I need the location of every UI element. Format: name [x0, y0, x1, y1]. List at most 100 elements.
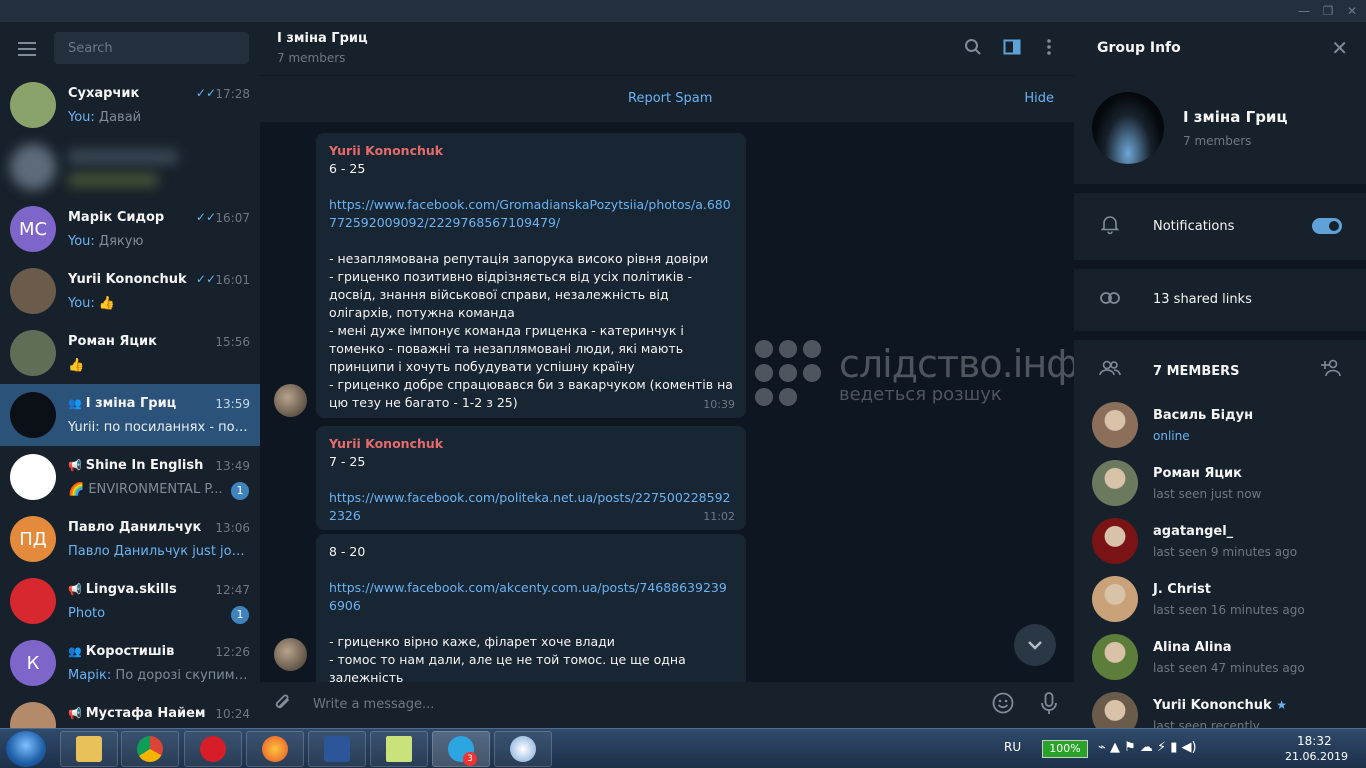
chat-time: 16:01 — [215, 273, 250, 287]
chat-preview-text: Дякую — [98, 234, 144, 249]
message-input[interactable]: Write a message... — [313, 697, 434, 712]
battery-indicator[interactable]: 100% — [1042, 740, 1088, 758]
chat-preview: You: 👍 — [68, 296, 248, 311]
divider — [1074, 184, 1366, 193]
chat-preview-text: Yurii: по посиланнях - по 23... — [68, 420, 248, 435]
message-bubble[interactable]: Yurii Kononchuk 7 - 25 https://www.faceb… — [316, 426, 746, 530]
chat-item[interactable]: Сухарчик ✓✓ 17:28 You: Давай — [0, 74, 260, 136]
member-item[interactable]: Alina Alina last seen 47 minutes ago — [1074, 634, 1366, 692]
restore-button[interactable]: ❐ — [1320, 3, 1336, 19]
word-button[interactable] — [308, 731, 366, 767]
tray-icons[interactable]: ⌁ ▲ ⚑ ☁ ⚡ ▮ ◀) — [1098, 740, 1197, 755]
firefox-button[interactable] — [246, 731, 304, 767]
attach-icon[interactable] — [270, 692, 296, 718]
sender-avatar[interactable] — [274, 638, 307, 671]
close-window-button[interactable]: ✕ — [1344, 3, 1360, 19]
notifications-label: Notifications — [1153, 219, 1235, 234]
chat-item[interactable]: 📢 Мустафа Найем 10:24 — [0, 694, 260, 728]
chrome-button[interactable] — [121, 731, 179, 767]
more-icon[interactable] — [1038, 38, 1060, 60]
sidebar-toggle-icon[interactable] — [1001, 38, 1023, 60]
notifications-toggle[interactable] — [1312, 218, 1342, 234]
member-avatar[interactable] — [1092, 692, 1138, 728]
chat-item[interactable]: 👥 I зміна Гриц 13:59 Yurii: по посиланнях -… — [0, 384, 260, 446]
member-avatar[interactable] — [1092, 518, 1138, 564]
panel-title: Group Info — [1097, 40, 1181, 56]
scroll-down-button[interactable] — [1014, 624, 1056, 666]
file-explorer-button[interactable] — [60, 731, 118, 767]
paint-button[interactable] — [494, 731, 552, 767]
chat-avatar[interactable]: ПД — [10, 516, 56, 562]
blurred-chat-content — [68, 150, 178, 164]
chat-avatar[interactable] — [10, 268, 56, 314]
group-icon: 👥 — [68, 645, 82, 658]
chat-item[interactable]: ПД Павло Данильчук 13:06 Павло Данильчук ju… — [0, 508, 260, 570]
chat-item[interactable]: Yurii Kononchuk ✓✓ 16:01 You: 👍 — [0, 260, 260, 322]
sticky-notes-icon — [386, 736, 412, 762]
chat-avatar[interactable] — [10, 702, 56, 728]
microphone-icon[interactable] — [1036, 692, 1062, 718]
chat-item[interactable]: 📢 Shine In English 13:49 🌈 ENVIRONMENTAL P.… — [0, 446, 260, 508]
member-name: Василь Бідун — [1153, 408, 1254, 423]
member-status: last seen 47 minutes ago — [1153, 661, 1305, 675]
chat-item[interactable]: 📢 Lingva.skills 12:47 Photo 1 — [0, 570, 260, 632]
chat-preview-text: Павло Данильчук just joine... — [68, 544, 248, 559]
chat-time: 13:06 — [215, 521, 250, 535]
member-item[interactable]: agatangel_ last seen 9 minutes ago — [1074, 518, 1366, 576]
chat-time: 12:26 — [215, 645, 250, 659]
chat-time: 13:49 — [215, 459, 250, 473]
chat-title[interactable]: I зміна Гриц — [277, 31, 368, 46]
chat-item[interactable] — [0, 136, 260, 198]
chat-avatar[interactable]: МС — [10, 206, 56, 252]
chat-avatar[interactable] — [10, 578, 56, 624]
member-avatar[interactable] — [1092, 402, 1138, 448]
clock-date[interactable]: 21.06.2019 — [1285, 750, 1348, 763]
language-indicator[interactable]: RU — [1004, 740, 1021, 754]
sticky-notes-button[interactable] — [370, 731, 428, 767]
message-link[interactable]: https://www.facebook.com/akcenty.com.ua/… — [329, 580, 727, 613]
message-bubble[interactable]: 8 - 20 https://www.facebook.com/akcenty.… — [316, 534, 746, 703]
search-icon[interactable] — [962, 38, 984, 60]
chat-item[interactable]: МС Марік Сидор ✓✓ 16:07 You: Дякую — [0, 198, 260, 260]
chat-item[interactable]: К 👥 Коростишів 12:26 Марік: По дорозі скупим… — [0, 632, 260, 694]
chat-avatar[interactable] — [10, 454, 56, 500]
hide-spam-bar-button[interactable]: Hide — [1024, 91, 1054, 106]
chat-header[interactable]: I зміна Гриц 7 members — [260, 22, 1074, 76]
start-button[interactable] — [6, 731, 46, 767]
chat-avatar[interactable] — [10, 144, 56, 190]
shared-links-item[interactable]: 13 shared links — [1153, 292, 1252, 307]
chat-avatar[interactable] — [10, 392, 56, 438]
report-spam-button[interactable]: Report Spam — [628, 91, 712, 106]
member-item[interactable]: Василь Бідун online — [1074, 402, 1366, 460]
member-avatar[interactable] — [1092, 634, 1138, 680]
menu-icon[interactable] — [18, 42, 36, 56]
member-item[interactable]: Роман Яцик last seen just now — [1074, 460, 1366, 518]
close-icon[interactable]: ✕ — [1331, 36, 1348, 60]
chat-avatar[interactable] — [10, 82, 56, 128]
member-avatar[interactable] — [1092, 460, 1138, 506]
chat-avatar[interactable]: К — [10, 640, 56, 686]
chat-item[interactable]: Роман Яцик 15:56 👍 — [0, 322, 260, 384]
chat-avatar[interactable] — [10, 330, 56, 376]
chat-preview-prefix: Марік: — [68, 668, 116, 683]
search-input[interactable]: Search — [54, 32, 249, 64]
opera-button[interactable] — [184, 731, 242, 767]
clock-time[interactable]: 18:32 — [1297, 734, 1332, 748]
message-bubble[interactable]: Yurii Kononchuk 6 - 25 https://www.faceb… — [316, 133, 746, 418]
message-link[interactable]: https://www.facebook.com/politeka.net.ua… — [329, 490, 730, 523]
member-item[interactable]: J. Christ last seen 16 minutes ago — [1074, 576, 1366, 634]
message-time: 11:02 — [703, 510, 735, 523]
minimize-button[interactable]: — — [1296, 3, 1312, 19]
message-author[interactable]: Yurii Kononchuk — [329, 435, 733, 453]
sender-avatar[interactable] — [274, 384, 307, 417]
telegram-button[interactable]: 3 — [432, 731, 490, 767]
group-avatar[interactable] — [1092, 92, 1164, 164]
member-avatar[interactable] — [1092, 576, 1138, 622]
member-status: last seen 16 minutes ago — [1153, 603, 1305, 617]
message-link[interactable]: https://www.facebook.com/GromadianskaPoz… — [329, 197, 731, 230]
add-member-icon[interactable] — [1320, 359, 1344, 383]
member-status: online — [1153, 429, 1190, 443]
message-author[interactable]: Yurii Kononchuk — [329, 142, 733, 160]
emoji-icon[interactable] — [990, 692, 1016, 718]
member-item[interactable]: Yurii Kononchuk ★ last seen recently — [1074, 692, 1366, 728]
